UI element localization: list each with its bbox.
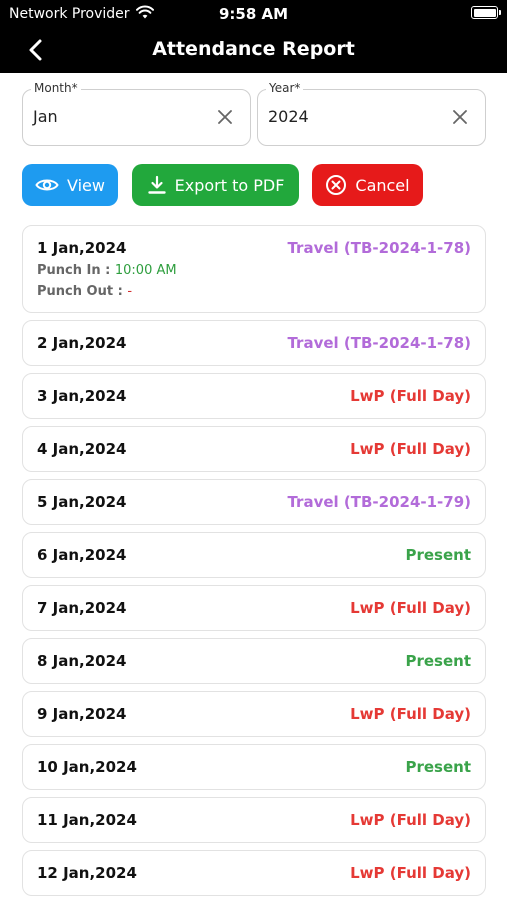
attendance-status: Present [405, 652, 471, 670]
status-bar: Network Provider 9:58 AM [0, 0, 507, 27]
attendance-card[interactable]: 2 Jan,2024 Travel (TB-2024-1-78) [22, 320, 486, 366]
attendance-status: Travel (TB-2024-1-78) [287, 334, 471, 352]
cancel-button[interactable]: Cancel [312, 164, 423, 206]
attendance-status: LwP (Full Day) [350, 387, 471, 405]
punch-in-label: Punch In : [37, 263, 111, 278]
attendance-date: 1 Jan,2024 [37, 239, 127, 257]
year-clear-button[interactable] [449, 106, 471, 128]
view-label: View [67, 175, 105, 195]
close-icon [453, 110, 467, 124]
export-label: Export to PDF [174, 175, 285, 195]
month-clear-button[interactable] [214, 106, 236, 128]
close-icon [218, 110, 232, 124]
attendance-date: 3 Jan,2024 [37, 387, 127, 405]
attendance-card[interactable]: 11 Jan,2024 LwP (Full Day) [22, 797, 486, 843]
punch-out-label: Punch Out : [37, 284, 123, 299]
attendance-card[interactable]: 8 Jan,2024 Present [22, 638, 486, 684]
attendance-card[interactable]: 7 Jan,2024 LwP (Full Day) [22, 585, 486, 631]
attendance-status: LwP (Full Day) [350, 811, 471, 829]
attendance-status: LwP (Full Day) [350, 705, 471, 723]
view-button[interactable]: View [22, 164, 118, 206]
attendance-card[interactable]: 10 Jan,2024 Present [22, 744, 486, 790]
attendance-status: Travel (TB-2024-1-79) [287, 493, 471, 511]
attendance-date: 10 Jan,2024 [37, 758, 137, 776]
cancel-label: Cancel [355, 175, 410, 195]
attendance-date: 4 Jan,2024 [37, 440, 127, 458]
attendance-card[interactable]: 3 Jan,2024 LwP (Full Day) [22, 373, 486, 419]
attendance-status: LwP (Full Day) [350, 599, 471, 617]
attendance-card[interactable]: 12 Jan,2024 LwP (Full Day) [22, 850, 486, 896]
export-pdf-button[interactable]: Export to PDF [132, 164, 299, 206]
cancel-circle-icon [326, 175, 347, 195]
attendance-date: 8 Jan,2024 [37, 652, 127, 670]
attendance-status: Present [405, 546, 471, 564]
year-label: Year* [266, 81, 304, 95]
battery-icon [471, 6, 501, 19]
punch-out-row: Punch Out : - [37, 284, 132, 299]
attendance-date: 12 Jan,2024 [37, 864, 137, 882]
attendance-date: 2 Jan,2024 [37, 334, 127, 352]
year-field[interactable]: Year* 2024 [257, 81, 486, 146]
attendance-date: 11 Jan,2024 [37, 811, 137, 829]
attendance-status: Present [405, 758, 471, 776]
attendance-date: 9 Jan,2024 [37, 705, 127, 723]
nav-bar: Attendance Report [0, 27, 507, 73]
attendance-status: Travel (TB-2024-1-78) [287, 239, 471, 257]
attendance-card[interactable]: 1 Jan,2024 Travel (TB-2024-1-78) Punch In … [22, 225, 486, 313]
page-title: Attendance Report [152, 38, 355, 60]
month-label: Month* [31, 81, 81, 95]
attendance-status: LwP (Full Day) [350, 864, 471, 882]
year-value[interactable]: 2024 [268, 107, 309, 126]
clock: 9:58 AM [218, 5, 289, 23]
punch-out-value: - [127, 284, 133, 299]
attendance-card[interactable]: 5 Jan,2024 Travel (TB-2024-1-79) [22, 479, 486, 525]
attendance-date: 6 Jan,2024 [37, 546, 127, 564]
attendance-date: 7 Jan,2024 [37, 599, 127, 617]
attendance-status: LwP (Full Day) [350, 440, 471, 458]
month-value[interactable]: Jan [33, 107, 58, 126]
eye-icon [35, 179, 59, 191]
month-field[interactable]: Month* Jan [22, 81, 251, 146]
download-icon [147, 175, 166, 194]
attendance-card[interactable]: 6 Jan,2024 Present [22, 532, 486, 578]
attendance-card[interactable]: 9 Jan,2024 LwP (Full Day) [22, 691, 486, 737]
attendance-date: 5 Jan,2024 [37, 493, 127, 511]
punch-in-value: 10:00 AM [114, 263, 177, 278]
attendance-card[interactable]: 4 Jan,2024 LwP (Full Day) [22, 426, 486, 472]
punch-in-row: Punch In : 10:00 AM [37, 263, 177, 278]
